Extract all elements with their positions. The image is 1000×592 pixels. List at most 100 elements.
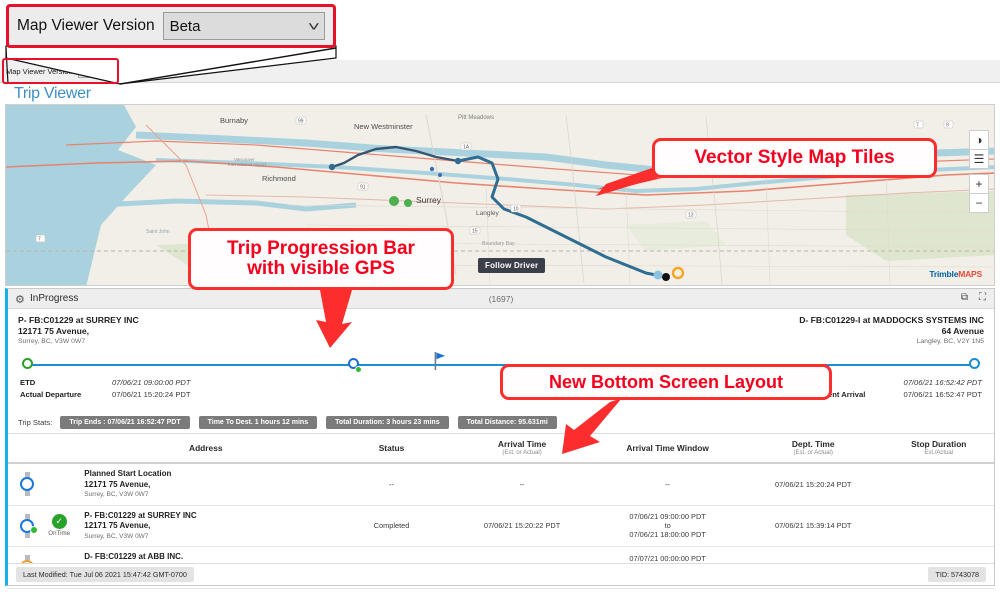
eta-row: ETA 07/06/21 16:52:42 PDT: [812, 377, 982, 389]
map-controls: ◑ ☰ + −: [969, 130, 989, 213]
trip-origin-name: P- FB:C01229 at SURREY INC: [18, 315, 139, 325]
page-title: Trip Viewer: [0, 83, 1000, 105]
table-row[interactable]: ✓ OnTime P- FB:C01229 at SURREY INC 1217…: [8, 505, 994, 547]
svg-text:International Airport: International Airport: [228, 162, 267, 167]
svg-text:Boundary Bay: Boundary Bay: [482, 241, 515, 247]
gears-icon: ⚙: [15, 294, 25, 306]
row-address-cell: P- FB:C01229 at SURREY INC 12171 75 Aven…: [80, 505, 332, 547]
trip-destination-citystate: Langley, BC, V2Y 1N5: [916, 338, 984, 345]
row-address-name: D- FB:C01229 at ABB INC.: [84, 552, 184, 561]
map-viewer-version-label: Map Viewer Version: [6, 66, 73, 76]
row-window-to: 07/06/21 18:00:00 PDT: [629, 530, 706, 540]
current-arrival-row: Current Arrival 07/06/21 16:52:47 PDT: [812, 389, 982, 401]
progress-start-node[interactable]: [22, 358, 33, 369]
col-arrival-window-header: Arrival Time Window: [592, 434, 743, 464]
gps-indicator-dot: [354, 366, 362, 373]
row-address-cell: D- FB:C01229-I at MADDOCKS SYSTEMS INC 6…: [80, 588, 332, 592]
table-row[interactable]: ⌚ Early D- FB:C01229-I at MADDOCKS SYSTE…: [8, 588, 994, 592]
map-layers-icon[interactable]: ☰: [969, 149, 989, 169]
follow-driver-button[interactable]: Follow Driver: [478, 258, 546, 273]
row-address-name: P- FB:C01229 at SURREY INC: [84, 510, 197, 520]
trimble-brand-text: Trimble: [929, 269, 959, 279]
row-rail-cell: [8, 505, 39, 547]
table-row[interactable]: Planned Start Location 12171 75 Avenue, …: [8, 463, 994, 506]
trip-count-label: (1697): [488, 293, 514, 304]
col-address-header: Address: [80, 434, 332, 464]
panel-header-actions: ⧉ ⛶: [961, 292, 986, 303]
copy-icon[interactable]: ⧉: [961, 292, 968, 303]
trip-origin-citystate: Surrey, BC, V3W 0W7: [18, 338, 86, 345]
svg-text:13: 13: [688, 213, 694, 219]
svg-text:New Westminster: New Westminster: [354, 122, 413, 131]
row-status-cell: Completed: [331, 505, 452, 547]
row-status-icon-cell: ⌚ Early: [38, 588, 81, 592]
etd-key: ETD: [20, 378, 36, 387]
status-icon-label: OnTime: [48, 530, 71, 538]
row-window-separator: to: [664, 521, 671, 531]
rail-node-blue: [20, 477, 34, 492]
trip-stat-chip-time-to-dest: Time To Dest. 1 hours 12 mins: [198, 416, 318, 429]
trimble-maps-attribution: TrimbleMAPS: [929, 269, 982, 279]
col-status-label: Status: [378, 442, 405, 453]
zoom-out-button[interactable]: −: [969, 193, 989, 213]
svg-text:Pitt Meadows: Pitt Meadows: [458, 115, 494, 121]
annotation-trip-progression-bar: Trip Progression Bar with visible GPS: [188, 228, 454, 290]
annotation-progression-text: Trip Progression Bar with visible GPS: [227, 238, 415, 279]
annotation-bottom-text: New Bottom Screen Layout: [548, 371, 784, 392]
map-style-icon[interactable]: ◑: [969, 130, 989, 150]
map-viewer-version-callout-label: Map Viewer Version: [17, 17, 155, 34]
current-arrival-value: 07/06/21 16:52:47 PDT: [903, 390, 982, 399]
col-arrival-time-label: Arrival Time: [497, 439, 547, 449]
trip-stats-bar: Trip Stats: Trip Ends : 07/06/21 16:52:4…: [8, 412, 994, 434]
trip-stat-chip-total-duration: Total Duration: 3 hours 23 mins: [326, 416, 449, 429]
svg-text:7: 7: [916, 123, 919, 129]
row-address-street: 12171 75 Avenue,: [84, 521, 151, 530]
row-status-icon-cell: ✓ OnTime: [38, 505, 81, 547]
app-topbar: Map Viewer Version Beta ˅: [0, 60, 1000, 83]
map-viewer-version-callout-value: Beta: [169, 17, 201, 35]
eta-value: 07/06/21 16:52:42 PDT: [903, 378, 982, 387]
row-status-cell: --: [331, 463, 452, 506]
trip-destination-name: D- FB:C01229-I at MADDOCKS SYSTEMS INC: [799, 315, 984, 325]
row-stop-duration-cell: [883, 588, 994, 592]
row-window-cell: 07/08/21 08:00:00 PDT to 07/08/21 18:00:…: [592, 588, 743, 592]
tid-badge: TID: 5743078: [928, 567, 986, 582]
col-stop-duration-label: Stop Duration: [911, 439, 967, 449]
row-address-citystate: Surrey, BC, V3W 0W7: [84, 491, 149, 498]
svg-text:15: 15: [472, 229, 478, 235]
row-rail-cell: [8, 588, 39, 592]
row-status-cell: Open: [331, 588, 452, 592]
row-dept-cell: 07/06/21 15:39:14 PDT: [742, 505, 884, 547]
destination-flag-icon: [434, 352, 446, 370]
row-dept-cell: 07/06/21 15:20:24 PDT: [742, 463, 884, 506]
svg-text:9: 9: [946, 123, 949, 129]
progress-end-node[interactable]: [969, 358, 980, 369]
col-status-icon-header: [38, 434, 81, 464]
trip-origin-street: 12171 75 Avenue,: [18, 326, 90, 336]
row-arrival-cell: --: [451, 463, 593, 506]
row-address-cell: Planned Start Location 12171 75 Avenue, …: [80, 463, 332, 506]
page-title-text: Trip Viewer: [14, 85, 91, 102]
panel-footer: Last Modified: Tue Jul 06 2021 15:47:42 …: [8, 563, 994, 585]
bottom-panel-header: ⚙ InProgress (1697) ⧉ ⛶: [8, 289, 994, 309]
annotation-vector-text: Vector Style Map Tiles: [694, 147, 895, 169]
eta-block: ETA 07/06/21 16:52:42 PDT Current Arriva…: [812, 377, 982, 401]
row-dept-cell: Current ETD 07/06/21 16:52:47 PDT: [742, 588, 884, 592]
zoom-in-button[interactable]: +: [969, 174, 989, 194]
expand-icon[interactable]: ⛶: [979, 292, 986, 303]
row-window-from: 07/06/21 09:00:00 PDT: [629, 512, 706, 522]
col-dept-time-label: Dept. Time: [791, 439, 835, 449]
col-dept-time-sub: (Est. or Actual): [793, 450, 833, 456]
trip-destination: D- FB:C01229-I at MADDOCKS SYSTEMS INC 6…: [799, 315, 984, 347]
col-rail-header: [8, 434, 39, 464]
col-stop-duration-header: Stop Duration Est./Actual: [883, 434, 994, 464]
svg-text:Saint John: Saint John: [146, 229, 170, 235]
col-arrival-time-sub: (Est. or Actual): [502, 450, 542, 456]
stops-table-header-row: Address Status Arrival Time (Est. or Act…: [8, 434, 994, 464]
map-viewer-version-callout-select[interactable]: Beta ˅: [162, 12, 325, 40]
row-arrival-cell: Current ETA 07/06/21 16:52:47 PDT: [451, 588, 593, 592]
map-viewer-version-value: Beta: [80, 66, 100, 76]
bottom-panel: ⚙ InProgress (1697) ⧉ ⛶ P- FB:C01229 at …: [5, 288, 995, 592]
map-viewer-version-select[interactable]: Beta ˅: [77, 64, 156, 78]
trip-status-label: InProgress: [30, 293, 79, 304]
